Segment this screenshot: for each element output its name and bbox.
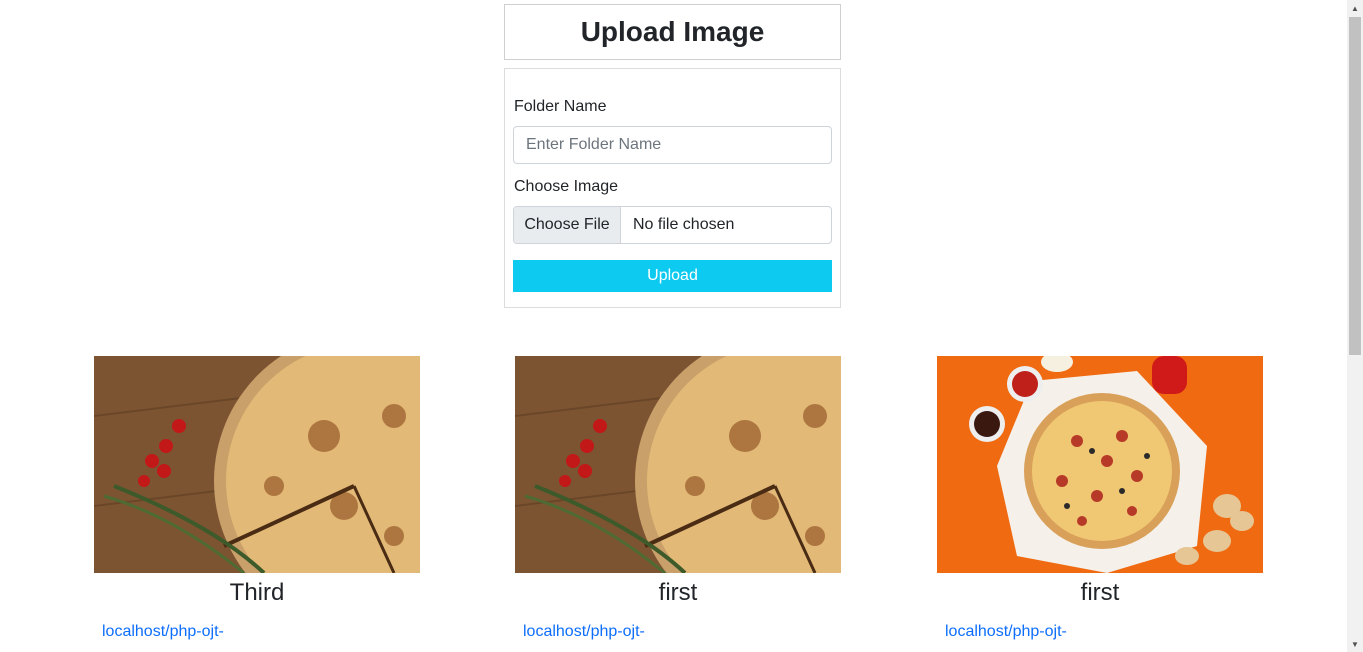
folder-name-input[interactable]	[513, 126, 832, 164]
choose-image-label: Choose Image	[514, 178, 619, 195]
upload-form: Folder Name Choose Image Choose File No …	[504, 68, 841, 308]
image-file-input[interactable]: Choose File No file chosen	[513, 206, 832, 244]
gallery-card: first localhost/php-ojt-	[937, 356, 1263, 641]
pizza-image	[515, 356, 841, 573]
scroll-thumb[interactable]	[1349, 17, 1361, 355]
file-status-text: No file chosen	[633, 216, 735, 233]
card-title: Third	[229, 579, 285, 606]
card-title: first	[658, 579, 698, 606]
upload-button[interactable]: Upload	[513, 260, 832, 292]
folder-name-label: Folder Name	[514, 98, 607, 115]
scroll-down-icon[interactable]: ▼	[1347, 636, 1363, 652]
gallery-card: Third localhost/php-ojt-	[94, 356, 420, 641]
image-link[interactable]: localhost/php-ojt-	[94, 623, 420, 641]
page: Upload Image Folder Name Choose Image Ch…	[0, 0, 1347, 652]
scroll-up-icon[interactable]: ▲	[1347, 0, 1363, 16]
choose-file-button[interactable]: Choose File	[514, 207, 621, 243]
image-link[interactable]: localhost/php-ojt-	[515, 623, 841, 641]
pizza-image	[937, 356, 1263, 573]
header-box: Upload Image	[504, 4, 841, 60]
card-title: first	[1080, 579, 1120, 606]
page-title: Upload Image	[580, 16, 765, 47]
gallery-card: first localhost/php-ojt-	[515, 356, 841, 641]
pizza-image	[94, 356, 420, 573]
image-link[interactable]: localhost/php-ojt-	[937, 623, 1263, 641]
vertical-scrollbar[interactable]: ▲ ▼	[1347, 0, 1363, 652]
